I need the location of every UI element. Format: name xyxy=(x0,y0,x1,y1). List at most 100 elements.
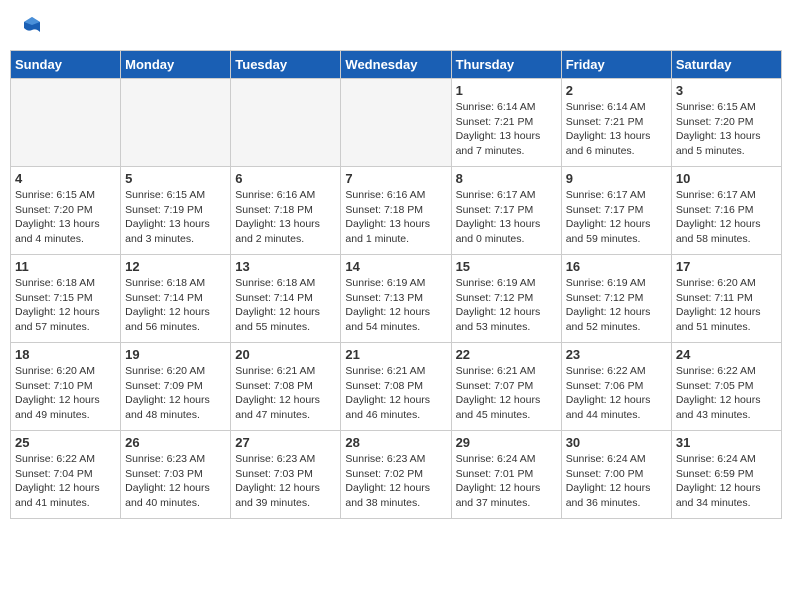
calendar-cell: 8 Sunrise: 6:17 AM Sunset: 7:17 PM Daylig… xyxy=(451,167,561,255)
day-number: 8 xyxy=(456,171,557,186)
calendar-cell: 4Sunrise: 6:15 AM Sunset: 7:20 PM Daylig… xyxy=(11,167,121,255)
day-number: 24 xyxy=(676,347,777,362)
day-info: Sunrise: 6:21 AM Sunset: 7:08 PM Dayligh… xyxy=(345,364,446,423)
day-info: Sunrise: 6:15 AM Sunset: 7:19 PM Dayligh… xyxy=(125,188,226,247)
page-header xyxy=(10,10,782,42)
day-number: 9 xyxy=(566,171,667,186)
calendar-cell: 19Sunrise: 6:20 AM Sunset: 7:09 PM Dayli… xyxy=(121,343,231,431)
calendar-week-row: 11 Sunrise: 6:18 AM Sunset: 7:15 PM Dayli… xyxy=(11,255,782,343)
day-info: Sunrise: 6:20 AM Sunset: 7:11 PM Dayligh… xyxy=(676,276,777,335)
day-number: 15 xyxy=(456,259,557,274)
calendar-cell: 9 Sunrise: 6:17 AM Sunset: 7:17 PM Daylig… xyxy=(561,167,671,255)
calendar-cell: 1 Sunrise: 6:14 AM Sunset: 7:21 PM Daylig… xyxy=(451,79,561,167)
calendar-cell: 6 Sunrise: 6:16 AM Sunset: 7:18 PM Daylig… xyxy=(231,167,341,255)
day-info: Sunrise: 6:14 AM Sunset: 7:21 PM Dayligh… xyxy=(456,100,557,159)
day-info: Sunrise: 6:17 AM Sunset: 7:17 PM Dayligh… xyxy=(566,188,667,247)
day-number: 11 xyxy=(15,259,116,274)
calendar-week-row: 25 Sunrise: 6:22 AM Sunset: 7:04 PM Dayli… xyxy=(11,431,782,519)
day-info: Sunrise: 6:16 AM Sunset: 7:18 PM Dayligh… xyxy=(235,188,336,247)
weekday-header-saturday: Saturday xyxy=(671,51,781,79)
weekday-header-monday: Monday xyxy=(121,51,231,79)
calendar-cell: 14Sunrise: 6:19 AM Sunset: 7:13 PM Dayli… xyxy=(341,255,451,343)
weekday-header-tuesday: Tuesday xyxy=(231,51,341,79)
day-info: Sunrise: 6:15 AM Sunset: 7:20 PM Dayligh… xyxy=(676,100,777,159)
day-info: Sunrise: 6:22 AM Sunset: 7:04 PM Dayligh… xyxy=(15,452,116,511)
calendar-cell: 23Sunrise: 6:22 AM Sunset: 7:06 PM Dayli… xyxy=(561,343,671,431)
calendar-cell xyxy=(231,79,341,167)
day-info: Sunrise: 6:18 AM Sunset: 7:15 PM Dayligh… xyxy=(15,276,116,335)
calendar-cell xyxy=(11,79,121,167)
calendar-cell xyxy=(121,79,231,167)
day-number: 7 xyxy=(345,171,446,186)
day-info: Sunrise: 6:14 AM Sunset: 7:21 PM Dayligh… xyxy=(566,100,667,159)
calendar-cell: 17 Sunrise: 6:20 AM Sunset: 7:11 PM Dayli… xyxy=(671,255,781,343)
day-info: Sunrise: 6:15 AM Sunset: 7:20 PM Dayligh… xyxy=(15,188,116,247)
calendar-week-row: 4Sunrise: 6:15 AM Sunset: 7:20 PM Daylig… xyxy=(11,167,782,255)
day-number: 16 xyxy=(566,259,667,274)
day-number: 6 xyxy=(235,171,336,186)
day-info: Sunrise: 6:23 AM Sunset: 7:03 PM Dayligh… xyxy=(235,452,336,511)
day-info: Sunrise: 6:18 AM Sunset: 7:14 PM Dayligh… xyxy=(125,276,226,335)
calendar-cell: 22 Sunrise: 6:21 AM Sunset: 7:07 PM Dayli… xyxy=(451,343,561,431)
calendar-week-row: 18 Sunrise: 6:20 AM Sunset: 7:10 PM Dayli… xyxy=(11,343,782,431)
calendar-week-row: 1 Sunrise: 6:14 AM Sunset: 7:21 PM Daylig… xyxy=(11,79,782,167)
day-info: Sunrise: 6:24 AM Sunset: 7:01 PM Dayligh… xyxy=(456,452,557,511)
day-info: Sunrise: 6:17 AM Sunset: 7:17 PM Dayligh… xyxy=(456,188,557,247)
day-info: Sunrise: 6:20 AM Sunset: 7:09 PM Dayligh… xyxy=(125,364,226,423)
day-number: 18 xyxy=(15,347,116,362)
day-number: 12 xyxy=(125,259,226,274)
calendar-cell: 26 Sunrise: 6:23 AM Sunset: 7:03 PM Dayli… xyxy=(121,431,231,519)
day-info: Sunrise: 6:17 AM Sunset: 7:16 PM Dayligh… xyxy=(676,188,777,247)
day-number: 2 xyxy=(566,83,667,98)
calendar-cell: 7 Sunrise: 6:16 AM Sunset: 7:18 PM Daylig… xyxy=(341,167,451,255)
calendar-cell: 25 Sunrise: 6:22 AM Sunset: 7:04 PM Dayli… xyxy=(11,431,121,519)
weekday-header-row: SundayMondayTuesdayWednesdayThursdayFrid… xyxy=(11,51,782,79)
day-number: 13 xyxy=(235,259,336,274)
calendar-cell: 12 Sunrise: 6:18 AM Sunset: 7:14 PM Dayli… xyxy=(121,255,231,343)
day-info: Sunrise: 6:23 AM Sunset: 7:03 PM Dayligh… xyxy=(125,452,226,511)
day-number: 31 xyxy=(676,435,777,450)
day-number: 28 xyxy=(345,435,446,450)
weekday-header-friday: Friday xyxy=(561,51,671,79)
calendar-cell: 3 Sunrise: 6:15 AM Sunset: 7:20 PM Daylig… xyxy=(671,79,781,167)
calendar-cell: 20Sunrise: 6:21 AM Sunset: 7:08 PM Dayli… xyxy=(231,343,341,431)
day-info: Sunrise: 6:16 AM Sunset: 7:18 PM Dayligh… xyxy=(345,188,446,247)
calendar-cell: 13 Sunrise: 6:18 AM Sunset: 7:14 PM Dayli… xyxy=(231,255,341,343)
day-number: 22 xyxy=(456,347,557,362)
day-number: 17 xyxy=(676,259,777,274)
calendar-cell: 2 Sunrise: 6:14 AM Sunset: 7:21 PM Daylig… xyxy=(561,79,671,167)
day-info: Sunrise: 6:22 AM Sunset: 7:05 PM Dayligh… xyxy=(676,364,777,423)
day-number: 14 xyxy=(345,259,446,274)
calendar-cell xyxy=(341,79,451,167)
day-number: 5 xyxy=(125,171,226,186)
day-number: 29 xyxy=(456,435,557,450)
calendar-cell: 24 Sunrise: 6:22 AM Sunset: 7:05 PM Dayli… xyxy=(671,343,781,431)
logo-icon xyxy=(20,14,44,38)
calendar-cell: 29 Sunrise: 6:24 AM Sunset: 7:01 PM Dayli… xyxy=(451,431,561,519)
day-info: Sunrise: 6:24 AM Sunset: 7:00 PM Dayligh… xyxy=(566,452,667,511)
day-number: 21 xyxy=(345,347,446,362)
weekday-header-sunday: Sunday xyxy=(11,51,121,79)
calendar-cell: 11 Sunrise: 6:18 AM Sunset: 7:15 PM Dayli… xyxy=(11,255,121,343)
day-number: 3 xyxy=(676,83,777,98)
day-info: Sunrise: 6:22 AM Sunset: 7:06 PM Dayligh… xyxy=(566,364,667,423)
calendar-cell: 27Sunrise: 6:23 AM Sunset: 7:03 PM Dayli… xyxy=(231,431,341,519)
day-info: Sunrise: 6:24 AM Sunset: 6:59 PM Dayligh… xyxy=(676,452,777,511)
day-number: 10 xyxy=(676,171,777,186)
calendar-cell: 30 Sunrise: 6:24 AM Sunset: 7:00 PM Dayli… xyxy=(561,431,671,519)
calendar-table: SundayMondayTuesdayWednesdayThursdayFrid… xyxy=(10,50,782,519)
day-number: 30 xyxy=(566,435,667,450)
day-number: 26 xyxy=(125,435,226,450)
calendar-cell: 18 Sunrise: 6:20 AM Sunset: 7:10 PM Dayli… xyxy=(11,343,121,431)
calendar-cell: 10 Sunrise: 6:17 AM Sunset: 7:16 PM Dayli… xyxy=(671,167,781,255)
day-info: Sunrise: 6:19 AM Sunset: 7:12 PM Dayligh… xyxy=(566,276,667,335)
day-info: Sunrise: 6:21 AM Sunset: 7:08 PM Dayligh… xyxy=(235,364,336,423)
day-info: Sunrise: 6:21 AM Sunset: 7:07 PM Dayligh… xyxy=(456,364,557,423)
calendar-cell: 21 Sunrise: 6:21 AM Sunset: 7:08 PM Dayli… xyxy=(341,343,451,431)
day-info: Sunrise: 6:20 AM Sunset: 7:10 PM Dayligh… xyxy=(15,364,116,423)
day-number: 1 xyxy=(456,83,557,98)
weekday-header-wednesday: Wednesday xyxy=(341,51,451,79)
calendar-cell: 5 Sunrise: 6:15 AM Sunset: 7:19 PM Daylig… xyxy=(121,167,231,255)
day-number: 25 xyxy=(15,435,116,450)
day-info: Sunrise: 6:18 AM Sunset: 7:14 PM Dayligh… xyxy=(235,276,336,335)
